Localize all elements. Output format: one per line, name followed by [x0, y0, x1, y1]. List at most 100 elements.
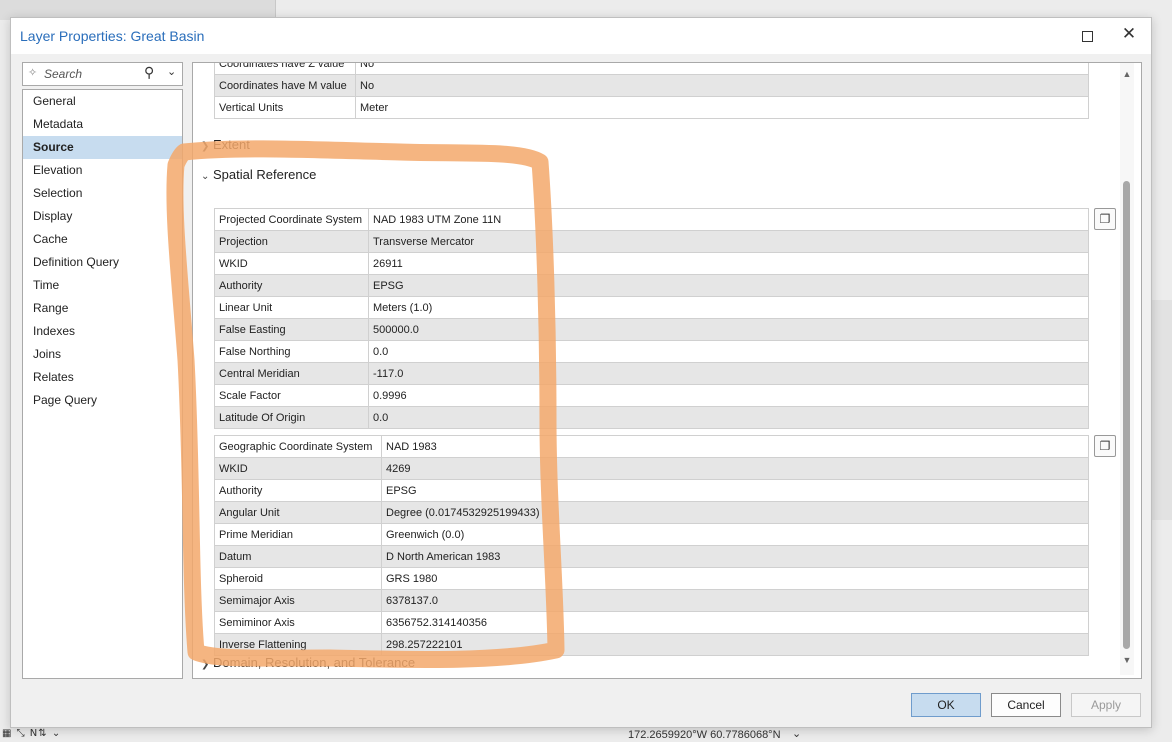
scroll-down-icon[interactable]: ▼ [1120, 655, 1134, 665]
table-row: Central Meridian -117.0 [214, 362, 1089, 385]
property-value[interactable]: No [355, 63, 1089, 75]
status-bar: ▦ ⤡ N⇅ ⌄ 172.2659920°W 60.7786068°N ⌄ [0, 726, 1172, 742]
table-row: Prime Meridian Greenwich (0.0) [214, 523, 1089, 546]
scroll-up-icon[interactable]: ▲ [1120, 69, 1134, 79]
table-row: Angular Unit Degree (0.0174532925199433) [214, 501, 1089, 524]
table-row: False Northing 0.0 [214, 340, 1089, 363]
projected-cs-table: Projected Coordinate System NAD 1983 UTM … [214, 208, 1089, 429]
property-value[interactable]: 4269 [381, 457, 1089, 480]
property-value[interactable]: 0.9996 [368, 384, 1089, 407]
table-row: WKID 4269 [214, 457, 1089, 480]
property-label: Vertical Units [214, 96, 356, 119]
nav-item-page-query[interactable]: Page Query [23, 389, 182, 412]
property-label: Prime Meridian [214, 523, 382, 546]
property-label: Coordinates have M value [214, 74, 356, 97]
ok-button[interactable]: OK [911, 693, 981, 717]
status-coordinates: 172.2659920°W 60.7786068°N [628, 729, 781, 741]
properties-content: Coordinates have Z value No Coordinates ha… [192, 62, 1142, 679]
property-value[interactable]: 26911 [368, 252, 1089, 275]
property-value[interactable]: -117.0 [368, 362, 1089, 385]
property-value[interactable]: NAD 1983 [381, 435, 1089, 458]
table-row: Datum D North American 1983 [214, 545, 1089, 568]
search-icon: ✧ [28, 67, 38, 79]
property-value[interactable]: EPSG [381, 479, 1089, 502]
property-label: Scale Factor [214, 384, 369, 407]
vertical-scrollbar[interactable]: ▲ ▼ [1120, 63, 1134, 675]
nav-item-joins[interactable]: Joins [23, 343, 182, 366]
copy-projected-button[interactable]: ❐ [1094, 208, 1116, 230]
table-row: Coordinates have Z value No [214, 63, 1089, 75]
nav-item-source[interactable]: Source [23, 136, 182, 159]
nav-item-selection[interactable]: Selection [23, 182, 182, 205]
table-row: Authority EPSG [214, 274, 1089, 297]
title-bar: Layer Properties: Great Basin ✕ [11, 18, 1151, 54]
property-value[interactable]: Transverse Mercator [368, 230, 1089, 253]
nav-item-metadata[interactable]: Metadata [23, 113, 182, 136]
top-properties-table: Coordinates have Z value No Coordinates ha… [214, 63, 1089, 119]
property-label: Projection [214, 230, 369, 253]
copy-geographic-button[interactable]: ❐ [1094, 435, 1116, 457]
section-domain[interactable]: ❯ Domain, Resolution, and Tolerance [201, 655, 415, 670]
nav-item-elevation[interactable]: Elevation [23, 159, 182, 182]
dialog-title: Layer Properties: Great Basin [20, 28, 205, 44]
property-value[interactable]: No [355, 74, 1089, 97]
table-row: WKID 26911 [214, 252, 1089, 275]
property-value[interactable]: 6356752.314140356 [381, 611, 1089, 634]
property-label: Datum [214, 545, 382, 568]
property-label: Spheroid [214, 567, 382, 590]
scroll-thumb[interactable] [1123, 181, 1130, 649]
property-label: Authority [214, 479, 382, 502]
apply-button[interactable]: Apply [1071, 693, 1141, 717]
property-value[interactable]: 500000.0 [368, 318, 1089, 341]
cancel-button[interactable]: Cancel [991, 693, 1061, 717]
property-label: False Northing [214, 340, 369, 363]
nav-item-display[interactable]: Display [23, 205, 182, 228]
property-value[interactable]: Greenwich (0.0) [381, 523, 1089, 546]
table-row: Geographic Coordinate System NAD 1983 [214, 435, 1089, 458]
status-tools-icon[interactable]: ▦ ⤡ N⇅ ⌄ [2, 728, 61, 739]
table-row: Inverse Flattening 298.257222101 [214, 633, 1089, 656]
close-button[interactable]: ✕ [1117, 24, 1141, 46]
property-value[interactable]: Meters (1.0) [368, 296, 1089, 319]
property-value[interactable]: 6378137.0 [381, 589, 1089, 612]
property-label: Inverse Flattening [214, 633, 382, 656]
layer-properties-dialog: Layer Properties: Great Basin ✕ ✧ Search… [10, 17, 1152, 728]
property-label: Angular Unit [214, 501, 382, 524]
section-extent[interactable]: ❯ Extent [201, 137, 250, 152]
magnifier-icon[interactable]: ⚲ [144, 64, 154, 81]
nav-item-relates[interactable]: Relates [23, 366, 182, 389]
property-value[interactable]: GRS 1980 [381, 567, 1089, 590]
table-row: Latitude Of Origin 0.0 [214, 406, 1089, 429]
property-value[interactable]: D North American 1983 [381, 545, 1089, 568]
nav-item-time[interactable]: Time [23, 274, 182, 297]
chevron-down-icon[interactable]: ⌄ [792, 727, 801, 740]
search-input[interactable]: Search [44, 67, 82, 81]
property-value[interactable]: Meter [355, 96, 1089, 119]
section-spatial-reference[interactable]: ⌄ Spatial Reference [201, 167, 316, 182]
property-value[interactable]: NAD 1983 UTM Zone 11N [368, 208, 1089, 231]
table-row: Linear Unit Meters (1.0) [214, 296, 1089, 319]
table-row: Semimajor Axis 6378137.0 [214, 589, 1089, 612]
table-row: Semiminor Axis 6356752.314140356 [214, 611, 1089, 634]
property-value[interactable]: 0.0 [368, 340, 1089, 363]
nav-search-box[interactable]: ✧ Search ⚲ ⌄ [22, 62, 183, 86]
close-icon: ✕ [1121, 24, 1137, 43]
chevron-right-icon: ❯ [201, 659, 210, 670]
property-label: Semimajor Axis [214, 589, 382, 612]
property-value[interactable]: Degree (0.0174532925199433) [381, 501, 1089, 524]
property-label: Semiminor Axis [214, 611, 382, 634]
copy-icon: ❐ [1099, 212, 1111, 226]
property-label: WKID [214, 252, 369, 275]
nav-item-general[interactable]: General [23, 90, 182, 113]
maximize-button[interactable] [1075, 26, 1099, 46]
nav-item-indexes[interactable]: Indexes [23, 320, 182, 343]
table-row: Vertical Units Meter [214, 96, 1089, 119]
dropdown-icon[interactable]: ⌄ [167, 65, 176, 78]
property-label: Coordinates have Z value [214, 63, 356, 75]
property-value[interactable]: 0.0 [368, 406, 1089, 429]
property-value[interactable]: 298.257222101 [381, 633, 1089, 656]
nav-item-cache[interactable]: Cache [23, 228, 182, 251]
property-value[interactable]: EPSG [368, 274, 1089, 297]
nav-item-definition-query[interactable]: Definition Query [23, 251, 182, 274]
nav-item-range[interactable]: Range [23, 297, 182, 320]
